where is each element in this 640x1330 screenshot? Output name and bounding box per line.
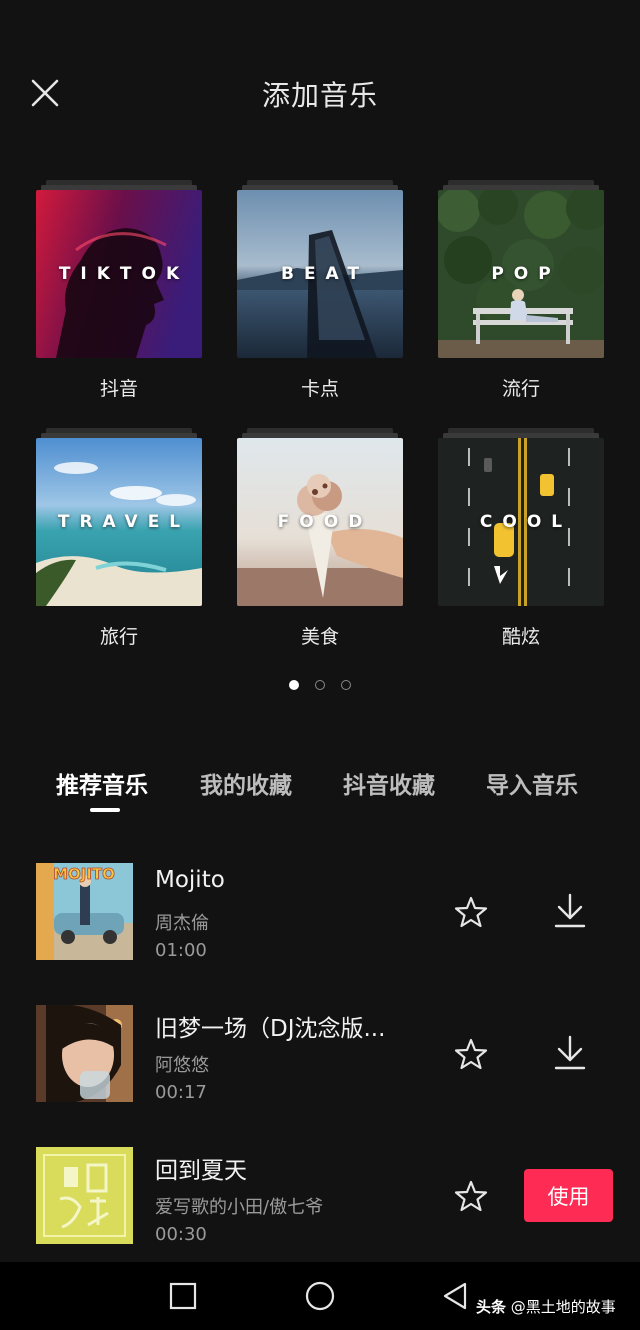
song-duration: 00:17 — [155, 1082, 207, 1103]
page-dot[interactable] — [341, 680, 351, 690]
page-dot[interactable] — [315, 680, 325, 690]
active-tab-indicator — [90, 808, 120, 812]
download-button[interactable] — [550, 891, 590, 931]
category-label: 抖音 — [99, 378, 138, 400]
header: 添加音乐 — [0, 0, 640, 190]
song-cover — [36, 1147, 133, 1244]
tab-import-music[interactable]: 导入音乐 — [486, 766, 578, 800]
song-title: 旧梦一场（DJ沈念版... — [155, 1016, 386, 1042]
star-icon — [454, 1038, 488, 1070]
favorite-button[interactable] — [452, 1177, 490, 1215]
song-cover: MOJITO — [36, 863, 133, 960]
category-overlay-text: FOOD — [277, 512, 373, 532]
page-dot-active[interactable] — [289, 680, 299, 690]
square-icon — [169, 1282, 197, 1310]
song-cover — [36, 1005, 133, 1102]
download-icon — [554, 893, 586, 928]
recent-apps-button[interactable] — [168, 1281, 198, 1315]
download-icon — [554, 1035, 586, 1070]
watermark-prefix: 头条 — [476, 1298, 507, 1316]
star-icon — [454, 1180, 488, 1212]
song-artist: 阿悠悠 — [155, 1055, 209, 1076]
watermark: 头条 @黑土地的故事 — [476, 1296, 616, 1317]
category-label: 酷炫 — [501, 626, 540, 648]
cover-title-text: MOJITO — [53, 865, 115, 883]
category-overlay-text: BEAT — [280, 264, 369, 284]
category-overlay-text: COOL — [479, 512, 573, 532]
star-icon — [454, 896, 488, 928]
category-label: 卡点 — [300, 378, 339, 400]
page-indicator — [0, 680, 640, 694]
download-button[interactable] — [550, 1033, 590, 1073]
category-overlay-text: POP — [491, 264, 561, 284]
song-artist: 爱写歌的小田/傲七爷 — [155, 1197, 324, 1218]
song-duration: 00:30 — [155, 1224, 207, 1245]
category-label: 美食 — [300, 626, 339, 648]
circle-icon — [305, 1281, 335, 1311]
song-item[interactable]: MOJITO Mojito 周杰倫 01:00 — [0, 863, 640, 963]
use-button[interactable]: 使用 — [524, 1169, 613, 1222]
song-artist: 周杰倫 — [155, 913, 209, 934]
song-duration: 01:00 — [155, 940, 207, 961]
home-button[interactable] — [304, 1280, 336, 1316]
song-title: 回到夏天 — [155, 1158, 247, 1184]
category-overlay-text: TRAVEL — [57, 512, 191, 532]
tab-recommended[interactable]: 推荐音乐 — [56, 766, 148, 800]
category-label: 流行 — [501, 378, 540, 400]
song-item[interactable]: 回到夏天 爱写歌的小田/傲七爷 00:30 使用 — [0, 1147, 640, 1247]
back-button[interactable] — [440, 1280, 470, 1316]
category-label: 旅行 — [99, 626, 138, 648]
favorite-button[interactable] — [452, 1035, 490, 1073]
tab-my-favorites[interactable]: 我的收藏 — [200, 766, 292, 800]
favorite-button[interactable] — [452, 893, 490, 931]
tab-douyin-favorites[interactable]: 抖音收藏 — [343, 766, 435, 800]
page-title: 添加音乐 — [261, 79, 378, 112]
song-item[interactable]: 旧梦一场（DJ沈念版... 阿悠悠 00:17 — [0, 1005, 640, 1105]
watermark-text: @黑土地的故事 — [510, 1298, 616, 1316]
back-triangle-icon — [443, 1282, 467, 1310]
song-title: Mojito — [155, 867, 225, 893]
music-tabs: 推荐音乐 我的收藏 抖音收藏 导入音乐 — [0, 766, 640, 816]
category-overlay-text: TIKTOK — [58, 264, 190, 284]
